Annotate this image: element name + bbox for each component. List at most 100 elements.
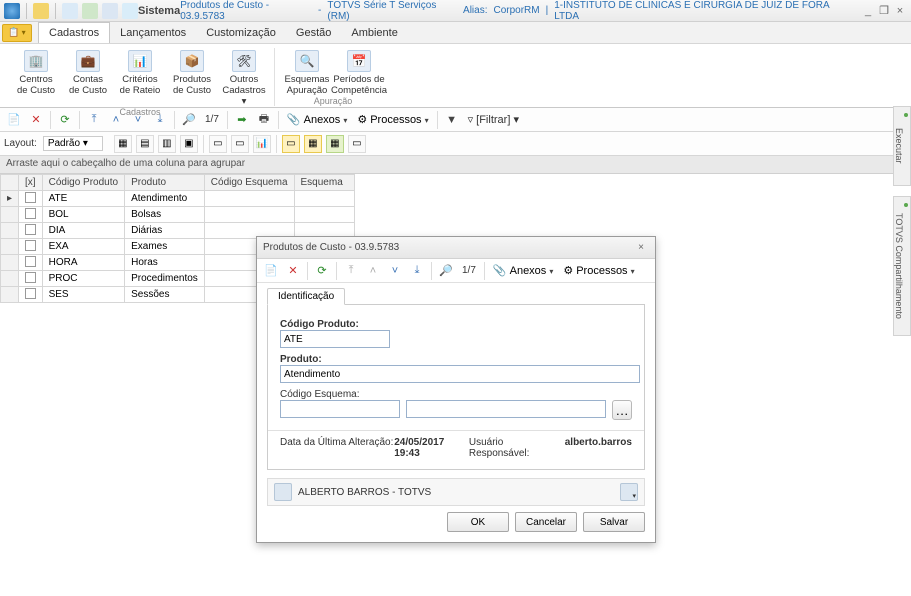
menu-cadastros[interactable]: Cadastros	[38, 22, 110, 43]
dlg-tb-new[interactable]: 📄	[261, 262, 281, 280]
row-indicator	[1, 239, 19, 255]
lb-2[interactable]: ▤	[136, 135, 154, 153]
titlebar-suite: TOTVS Série T Serviços (RM)	[327, 0, 457, 22]
row-checkbox[interactable]	[19, 271, 43, 287]
ribbon: 🏢Centros de Custo 💼Contas de Custo 📊Crit…	[0, 44, 911, 108]
tb-processos[interactable]: ⚙ Processos	[353, 113, 432, 126]
tb-anexos[interactable]: 📎 Anexos	[283, 113, 351, 126]
col-check[interactable]: [x]	[19, 175, 43, 191]
row-indicator	[1, 223, 19, 239]
lb-10[interactable]: ▦	[326, 135, 344, 153]
tb-delete[interactable]: ✕	[26, 111, 46, 129]
cell-esquema	[294, 191, 354, 207]
window-close[interactable]: ×	[893, 4, 907, 18]
lb-9[interactable]: ▦	[304, 135, 322, 153]
window-minimize[interactable]: _	[861, 4, 875, 18]
col-codigo[interactable]: Código Produto	[42, 175, 125, 191]
col-esquema[interactable]: Esquema	[294, 175, 354, 191]
menu-customizacao[interactable]: Customização	[196, 22, 286, 43]
row-checkbox[interactable]	[19, 223, 43, 239]
dlg-processos[interactable]: ⚙ Processos	[559, 264, 638, 277]
dlg-tb-first[interactable]: ⤒	[341, 262, 361, 280]
tb-search[interactable]: 🔎	[179, 111, 199, 129]
ribbon-centros-custo[interactable]: 🏢Centros de Custo	[12, 48, 60, 107]
save-button[interactable]: Salvar	[583, 512, 645, 532]
qat-btn-5[interactable]	[122, 3, 138, 19]
tb-filter-icon[interactable]: ▼	[442, 111, 462, 129]
label-codigo-esquema: Código Esquema:	[280, 389, 632, 400]
group-by-strip[interactable]: Arraste aqui o cabeçalho de uma coluna p…	[0, 156, 911, 174]
tb-first[interactable]: ⤒	[84, 111, 104, 129]
dialog-userbar: ALBERTO BARROS - TOTVS ▾	[267, 478, 645, 506]
qat-btn-2[interactable]	[62, 3, 78, 19]
tb-print[interactable]: 🖶	[254, 111, 274, 129]
row-checkbox[interactable]	[19, 207, 43, 223]
menu-gestao[interactable]: Gestão	[286, 22, 341, 43]
ribbon-contas-custo[interactable]: 💼Contas de Custo	[64, 48, 112, 107]
tb-prev[interactable]: ˄	[106, 111, 126, 129]
lb-5[interactable]: ▭	[209, 135, 227, 153]
lb-3[interactable]: ▥	[158, 135, 176, 153]
dlg-tb-search[interactable]: 🔎	[436, 262, 456, 280]
lb-11[interactable]: ▭	[348, 135, 366, 153]
cancel-button[interactable]: Cancelar	[515, 512, 577, 532]
ribbon-outros-cadastros[interactable]: 🛠Outros Cadastros ▾	[220, 48, 268, 107]
layout-select[interactable]: Padrão ▾	[43, 136, 103, 151]
lb-1[interactable]: ▦	[114, 135, 132, 153]
dlg-anexos[interactable]: 📎 Anexos	[489, 264, 557, 277]
ok-button[interactable]: OK	[447, 512, 509, 532]
dlg-tb-last[interactable]: ⤓	[407, 262, 427, 280]
dialog-toolbar: 📄 ✕ ⟳ ⤒ ˄ ˅ ⤓ 🔎 1/7 📎 Anexos ⚙ Processos	[257, 259, 655, 283]
lb-4[interactable]: ▣	[180, 135, 198, 153]
row-indicator	[1, 207, 19, 223]
lb-7[interactable]: 📊	[253, 135, 271, 153]
side-executar[interactable]: Executar	[893, 106, 911, 186]
tb-export[interactable]: ➡	[232, 111, 252, 129]
row-checkbox[interactable]	[19, 287, 43, 303]
dlg-tb-next[interactable]: ˅	[385, 262, 405, 280]
tb-filter[interactable]: ▿ [Filtrar] ▾	[464, 113, 523, 126]
input-produto[interactable]	[280, 365, 640, 383]
dlg-tb-prev[interactable]: ˄	[363, 262, 383, 280]
dialog-close[interactable]: ×	[633, 242, 649, 253]
col-produto[interactable]: Produto	[125, 175, 205, 191]
tb-new[interactable]: 📄	[4, 111, 24, 129]
window-restore[interactable]: ❐	[877, 4, 891, 18]
input-esquema-desc[interactable]	[406, 400, 606, 418]
list-toolbar: 📄 ✕ ⟳ ⤒ ˄ ˅ ⤓ 🔎 1/7 ➡ 🖶 📎 Anexos ⚙ Proce…	[0, 108, 911, 132]
userbar-dropdown[interactable]: ▾	[620, 483, 638, 501]
input-codigo-produto[interactable]	[280, 330, 390, 348]
menu-ambiente[interactable]: Ambiente	[341, 22, 407, 43]
dialog-tab-identificacao[interactable]: Identificação	[267, 288, 345, 305]
input-codigo-esquema[interactable]	[280, 400, 400, 418]
qat-btn-1[interactable]	[33, 3, 49, 19]
table-row[interactable]: BOLBolsas	[1, 207, 355, 223]
qat-btn-3[interactable]	[82, 3, 98, 19]
tb-last[interactable]: ⤓	[150, 111, 170, 129]
lookup-esquema-button[interactable]: …	[612, 400, 632, 420]
row-checkbox[interactable]	[19, 255, 43, 271]
cell-produto: Exames	[125, 239, 205, 255]
row-checkbox[interactable]	[19, 239, 43, 255]
lb-6[interactable]: ▭	[231, 135, 249, 153]
dialog-produtos-custo: Produtos de Custo - 03.9.5783 × 📄 ✕ ⟳ ⤒ …	[256, 236, 656, 543]
titlebar-alias-label: Alias:	[463, 5, 487, 16]
label-codigo-produto: Código Produto:	[280, 319, 632, 330]
tb-next[interactable]: ˅	[128, 111, 148, 129]
menu-lancamentos[interactable]: Lançamentos	[110, 22, 196, 43]
tb-record-count: 1/7	[201, 114, 223, 125]
ribbon-periodos-competencia[interactable]: 📅Períodos de Competência	[335, 48, 383, 96]
table-row[interactable]: ▸ATEAtendimento	[1, 191, 355, 207]
qat-btn-4[interactable]	[102, 3, 118, 19]
tb-refresh[interactable]: ⟳	[55, 111, 75, 129]
app-menu-orb[interactable]: 📋	[2, 24, 32, 42]
dlg-tb-refresh[interactable]: ⟳	[312, 262, 332, 280]
ribbon-criterios-rateio[interactable]: 📊Critérios de Rateio	[116, 48, 164, 107]
ribbon-esquemas-apuracao[interactable]: 🔍Esquemas Apuração	[283, 48, 331, 96]
ribbon-produtos-custo[interactable]: 📦Produtos de Custo	[168, 48, 216, 107]
col-codigo-esquema[interactable]: Código Esquema	[204, 175, 294, 191]
lb-8[interactable]: ▭	[282, 135, 300, 153]
row-checkbox[interactable]	[19, 191, 43, 207]
side-compart[interactable]: TOTVS Compartilhamento	[893, 196, 911, 336]
dlg-tb-delete[interactable]: ✕	[283, 262, 303, 280]
